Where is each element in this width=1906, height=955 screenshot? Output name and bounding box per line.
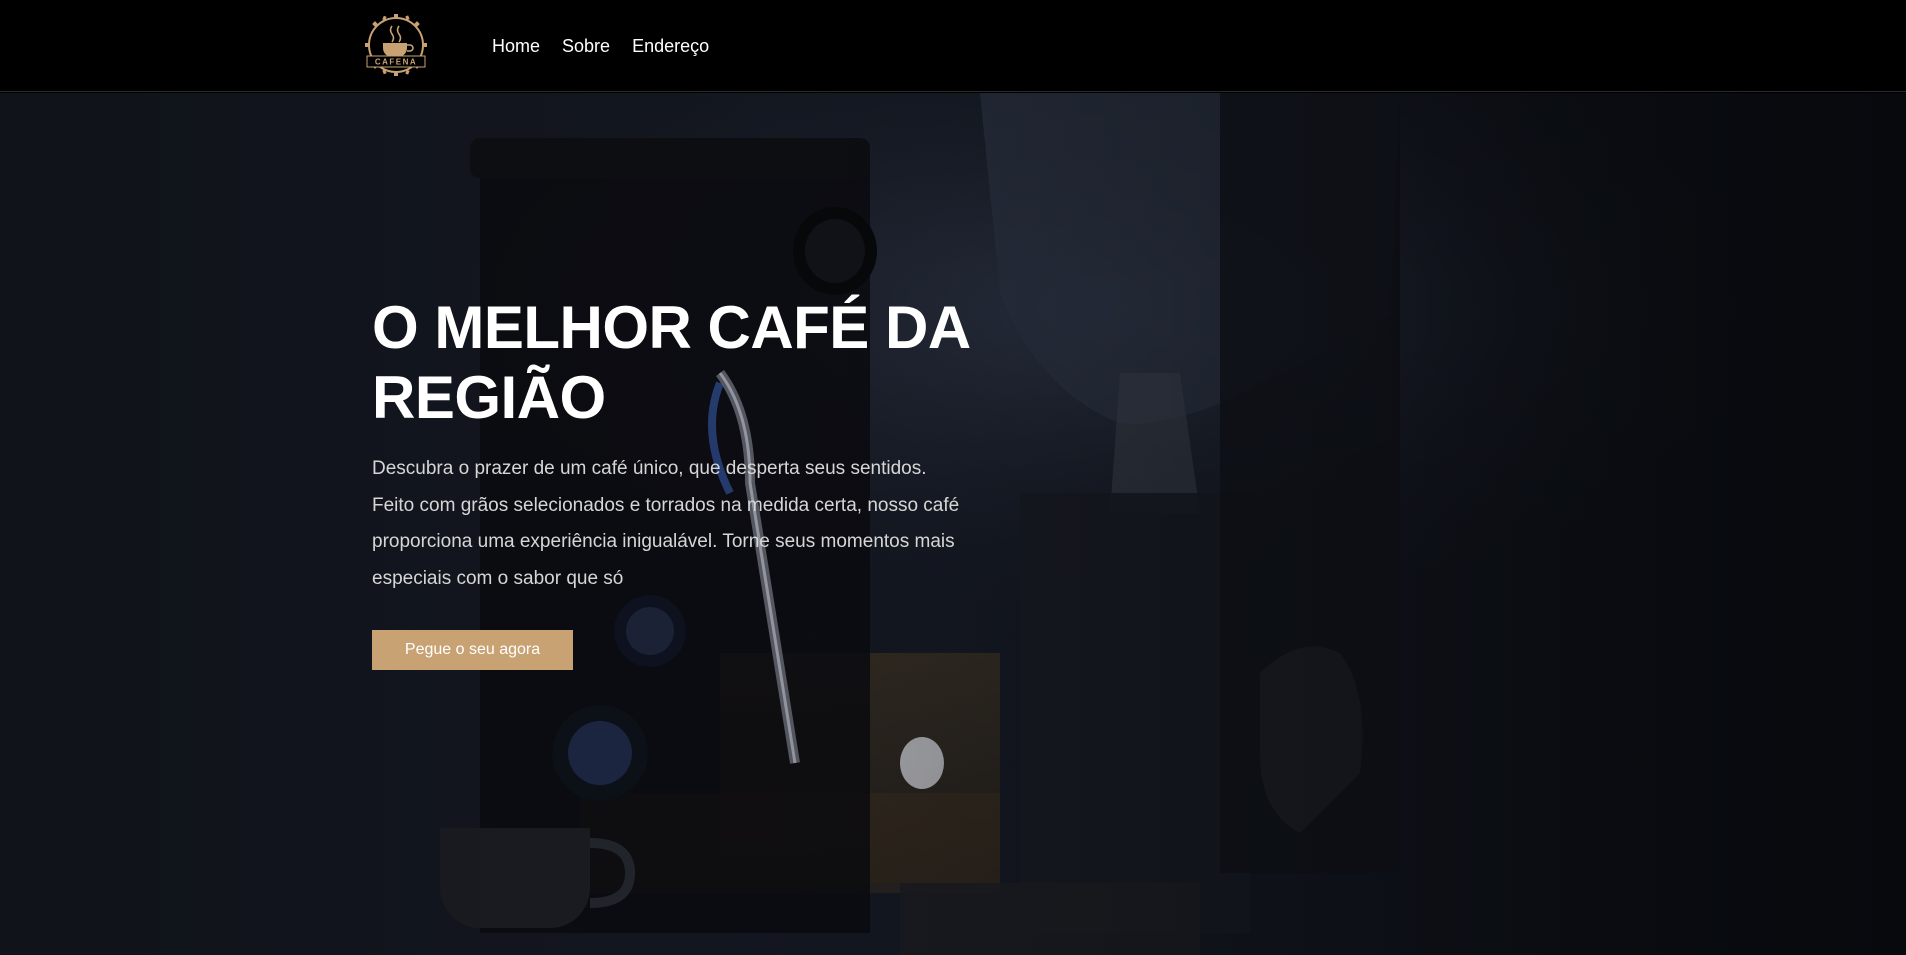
site-header: CAFENA Home Sobre Endereço (0, 0, 1906, 92)
hero-section: O MELHOR CAFÉ DA REGIÃO Descubra o praze… (0, 93, 1906, 955)
hero-title: O MELHOR CAFÉ DA REGIÃO (372, 294, 969, 431)
nav-endereco-link[interactable]: Endereço (632, 34, 709, 58)
hero-content: O MELHOR CAFÉ DA REGIÃO Descubra o praze… (372, 293, 992, 670)
main-nav: Home Sobre Endereço (492, 34, 709, 58)
coffee-gear-logo-icon: CAFENA (365, 14, 427, 76)
nav-home-link[interactable]: Home (492, 34, 540, 58)
svg-text:CAFENA: CAFENA (375, 58, 417, 67)
cta-button[interactable]: Pegue o seu agora (372, 630, 573, 670)
nav-sobre-link[interactable]: Sobre (562, 34, 610, 58)
cafena-logo[interactable]: CAFENA (357, 12, 435, 78)
hero-description: Descubra o prazer de um café único, que … (372, 458, 960, 589)
